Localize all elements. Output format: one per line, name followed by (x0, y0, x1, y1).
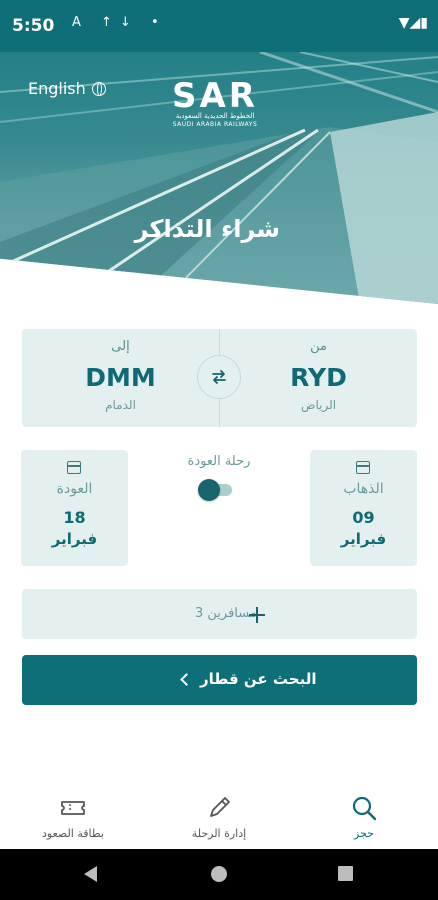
return-date-picker[interactable]: العودة 18 فبراير (21, 450, 128, 566)
destination-station[interactable]: إلى DMM الدمام (22, 329, 219, 427)
nav-item-booking[interactable]: حجز (304, 785, 424, 849)
return-day: 18 (63, 508, 86, 527)
to-name: الدمام (105, 398, 136, 412)
language-toggle[interactable]: English (28, 79, 106, 98)
depart-day: 09 (352, 508, 375, 527)
calendar-icon (356, 461, 370, 474)
recent-apps-icon[interactable] (338, 866, 353, 881)
language-label: English (28, 79, 86, 98)
origin-station[interactable]: من RYD الرياض (220, 329, 417, 427)
status-time: 5:50 (12, 16, 55, 36)
to-label: إلى (111, 339, 130, 354)
back-icon[interactable] (84, 866, 97, 882)
globe-icon (91, 81, 106, 96)
notification-icons: A ↑↓ • (72, 15, 167, 30)
toggle-thumb (198, 479, 220, 501)
signal-battery-icons: ▼◢▮ (398, 15, 428, 31)
page-title: شراء التذاكر (134, 215, 280, 243)
from-label: من (310, 339, 327, 354)
ticket-icon (61, 801, 85, 815)
swap-stations-button[interactable] (197, 355, 241, 399)
search-button-label: البحث عن قطار (200, 670, 317, 688)
nav-item-boarding-pass[interactable]: بطاقة الصعود (13, 785, 133, 849)
status-bar: 5:50 A ↑↓ • ▼◢▮ (0, 0, 438, 52)
nav-label-booking: حجز (354, 827, 374, 840)
bottom-navigation: حجز إدارة الرحلة بطاقة الصعود (0, 785, 438, 849)
sar-logo: SAR الخطوط الحديدية السعودية SAUDI ARABI… (172, 76, 258, 129)
return-trip-label: رحلة العودة (187, 454, 251, 469)
logo-sub-english: SAUDI ARABIA RAILWAYS (172, 121, 258, 128)
to-code: DMM (85, 363, 156, 392)
passengers-label: 3 مسافرين (195, 606, 257, 621)
calendar-icon (67, 461, 81, 474)
passengers-selector[interactable]: 3 مسافرين (22, 589, 417, 639)
plus-icon[interactable] (249, 607, 265, 623)
depart-month: فبراير (340, 530, 387, 548)
search-train-button[interactable]: البحث عن قطار (22, 655, 417, 705)
from-name: الرياض (300, 398, 337, 412)
home-icon[interactable] (211, 866, 227, 882)
nav-label-manage-trip: إدارة الرحلة (191, 827, 247, 840)
chevron-left-icon (180, 673, 193, 686)
return-label: العودة (56, 481, 93, 497)
nav-item-manage-trip[interactable]: إدارة الرحلة (159, 785, 279, 849)
search-icon (352, 796, 377, 821)
from-code: RYD (290, 363, 347, 392)
route-card: إلى DMM الدمام من RYD الرياض (22, 329, 417, 427)
swap-arrows-icon (212, 370, 226, 384)
logo-main: SAR (172, 76, 258, 116)
depart-label: الذهاب (343, 481, 384, 497)
pencil-icon (210, 797, 230, 817)
departure-date-picker[interactable]: الذهاب 09 فبراير (310, 450, 417, 566)
nav-label-boarding-pass: بطاقة الصعود (42, 827, 104, 840)
return-month: فبراير (51, 530, 98, 548)
logo-sub-arabic: الخطوط الحديدية السعودية (175, 112, 255, 120)
hero-banner: English SAR الخطوط الحديدية السعودية SAU… (0, 52, 438, 304)
return-trip-toggle[interactable] (198, 478, 234, 502)
